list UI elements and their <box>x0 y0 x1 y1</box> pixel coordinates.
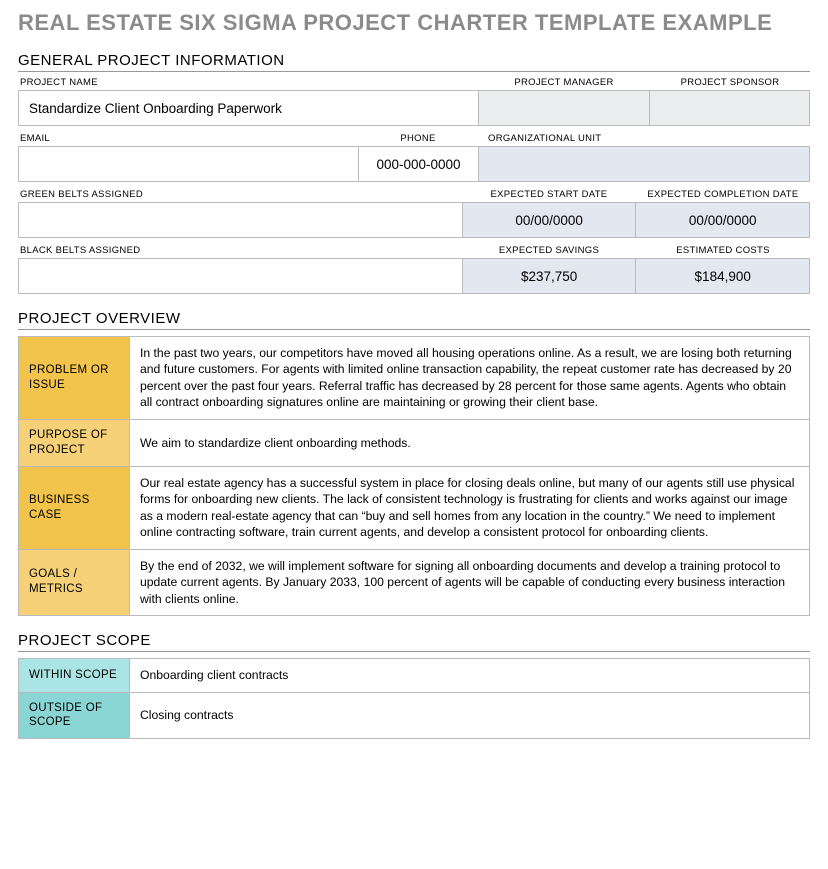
goals-label: GOALS / METRICS <box>19 550 129 615</box>
email-value[interactable] <box>19 147 358 181</box>
estimated-costs-value[interactable]: $184,900 <box>635 259 809 293</box>
scope-row-within: WITHIN SCOPE Onboarding client contracts <box>19 659 809 691</box>
phone-value[interactable]: 000-000-0000 <box>358 147 478 181</box>
label-row-1: PROJECT NAME PROJECT MANAGER PROJECT SPO… <box>18 74 810 90</box>
label-row-3: GREEN BELTS ASSIGNED EXPECTED START DATE… <box>18 186 810 202</box>
scope-table: WITHIN SCOPE Onboarding client contracts… <box>18 658 810 739</box>
overview-row-purpose: PURPOSE OF PROJECT We aim to standardize… <box>19 419 809 466</box>
field-row-1: Standardize Client Onboarding Paperwork <box>18 90 810 126</box>
business-text: Our real estate agency has a successful … <box>129 467 809 549</box>
problem-label: PROBLEM OR ISSUE <box>19 337 129 419</box>
label-expected-savings: EXPECTED SAVINGS <box>462 242 636 258</box>
label-project-name: PROJECT NAME <box>18 74 478 90</box>
within-scope-label: WITHIN SCOPE <box>19 659 129 691</box>
goals-text: By the end of 2032, we will implement so… <box>129 550 809 615</box>
overview-table: PROBLEM OR ISSUE In the past two years, … <box>18 336 810 616</box>
label-expected-start: EXPECTED START DATE <box>462 186 636 202</box>
label-phone: PHONE <box>358 130 478 146</box>
scope-row-outside: OUTSIDE OF SCOPE Closing contracts <box>19 692 809 739</box>
field-row-4: $237,750 $184,900 <box>18 258 810 294</box>
black-belts-value[interactable] <box>19 259 462 293</box>
section-project-scope: PROJECT SCOPE <box>18 632 810 652</box>
org-unit-value[interactable] <box>478 147 809 181</box>
business-label: BUSINESS CASE <box>19 467 129 549</box>
project-manager-value[interactable] <box>478 91 650 125</box>
label-row-2: EMAIL PHONE ORGANIZATIONAL UNIT <box>18 130 810 146</box>
label-green-belts: GREEN BELTS ASSIGNED <box>18 186 462 202</box>
expected-start-value[interactable]: 00/00/0000 <box>462 203 636 237</box>
label-expected-completion: EXPECTED COMPLETION DATE <box>636 186 810 202</box>
within-scope-text: Onboarding client contracts <box>129 659 809 691</box>
overview-row-goals: GOALS / METRICS By the end of 2032, we w… <box>19 549 809 615</box>
green-belts-value[interactable] <box>19 203 462 237</box>
label-black-belts: BLACK BELTS ASSIGNED <box>18 242 462 258</box>
page-title: REAL ESTATE SIX SIGMA PROJECT CHARTER TE… <box>18 10 810 36</box>
label-estimated-costs: ESTIMATED COSTS <box>636 242 810 258</box>
section-general-info: GENERAL PROJECT INFORMATION <box>18 52 810 72</box>
field-row-3: 00/00/0000 00/00/0000 <box>18 202 810 238</box>
label-email: EMAIL <box>18 130 358 146</box>
project-name-value[interactable]: Standardize Client Onboarding Paperwork <box>19 91 478 125</box>
purpose-label: PURPOSE OF PROJECT <box>19 420 129 466</box>
project-sponsor-value[interactable] <box>649 91 809 125</box>
label-project-sponsor: PROJECT SPONSOR <box>650 74 810 90</box>
expected-savings-value[interactable]: $237,750 <box>462 259 636 293</box>
outside-scope-label: OUTSIDE OF SCOPE <box>19 693 129 739</box>
overview-row-business: BUSINESS CASE Our real estate agency has… <box>19 466 809 549</box>
outside-scope-text: Closing contracts <box>129 693 809 739</box>
label-project-manager: PROJECT MANAGER <box>478 74 650 90</box>
expected-completion-value[interactable]: 00/00/0000 <box>635 203 809 237</box>
problem-text: In the past two years, our competitors h… <box>129 337 809 419</box>
field-row-2: 000-000-0000 <box>18 146 810 182</box>
purpose-text: We aim to standardize client onboarding … <box>129 420 809 466</box>
label-org-unit: ORGANIZATIONAL UNIT <box>478 130 810 146</box>
overview-row-problem: PROBLEM OR ISSUE In the past two years, … <box>19 337 809 419</box>
section-project-overview: PROJECT OVERVIEW <box>18 310 810 330</box>
label-row-4: BLACK BELTS ASSIGNED EXPECTED SAVINGS ES… <box>18 242 810 258</box>
